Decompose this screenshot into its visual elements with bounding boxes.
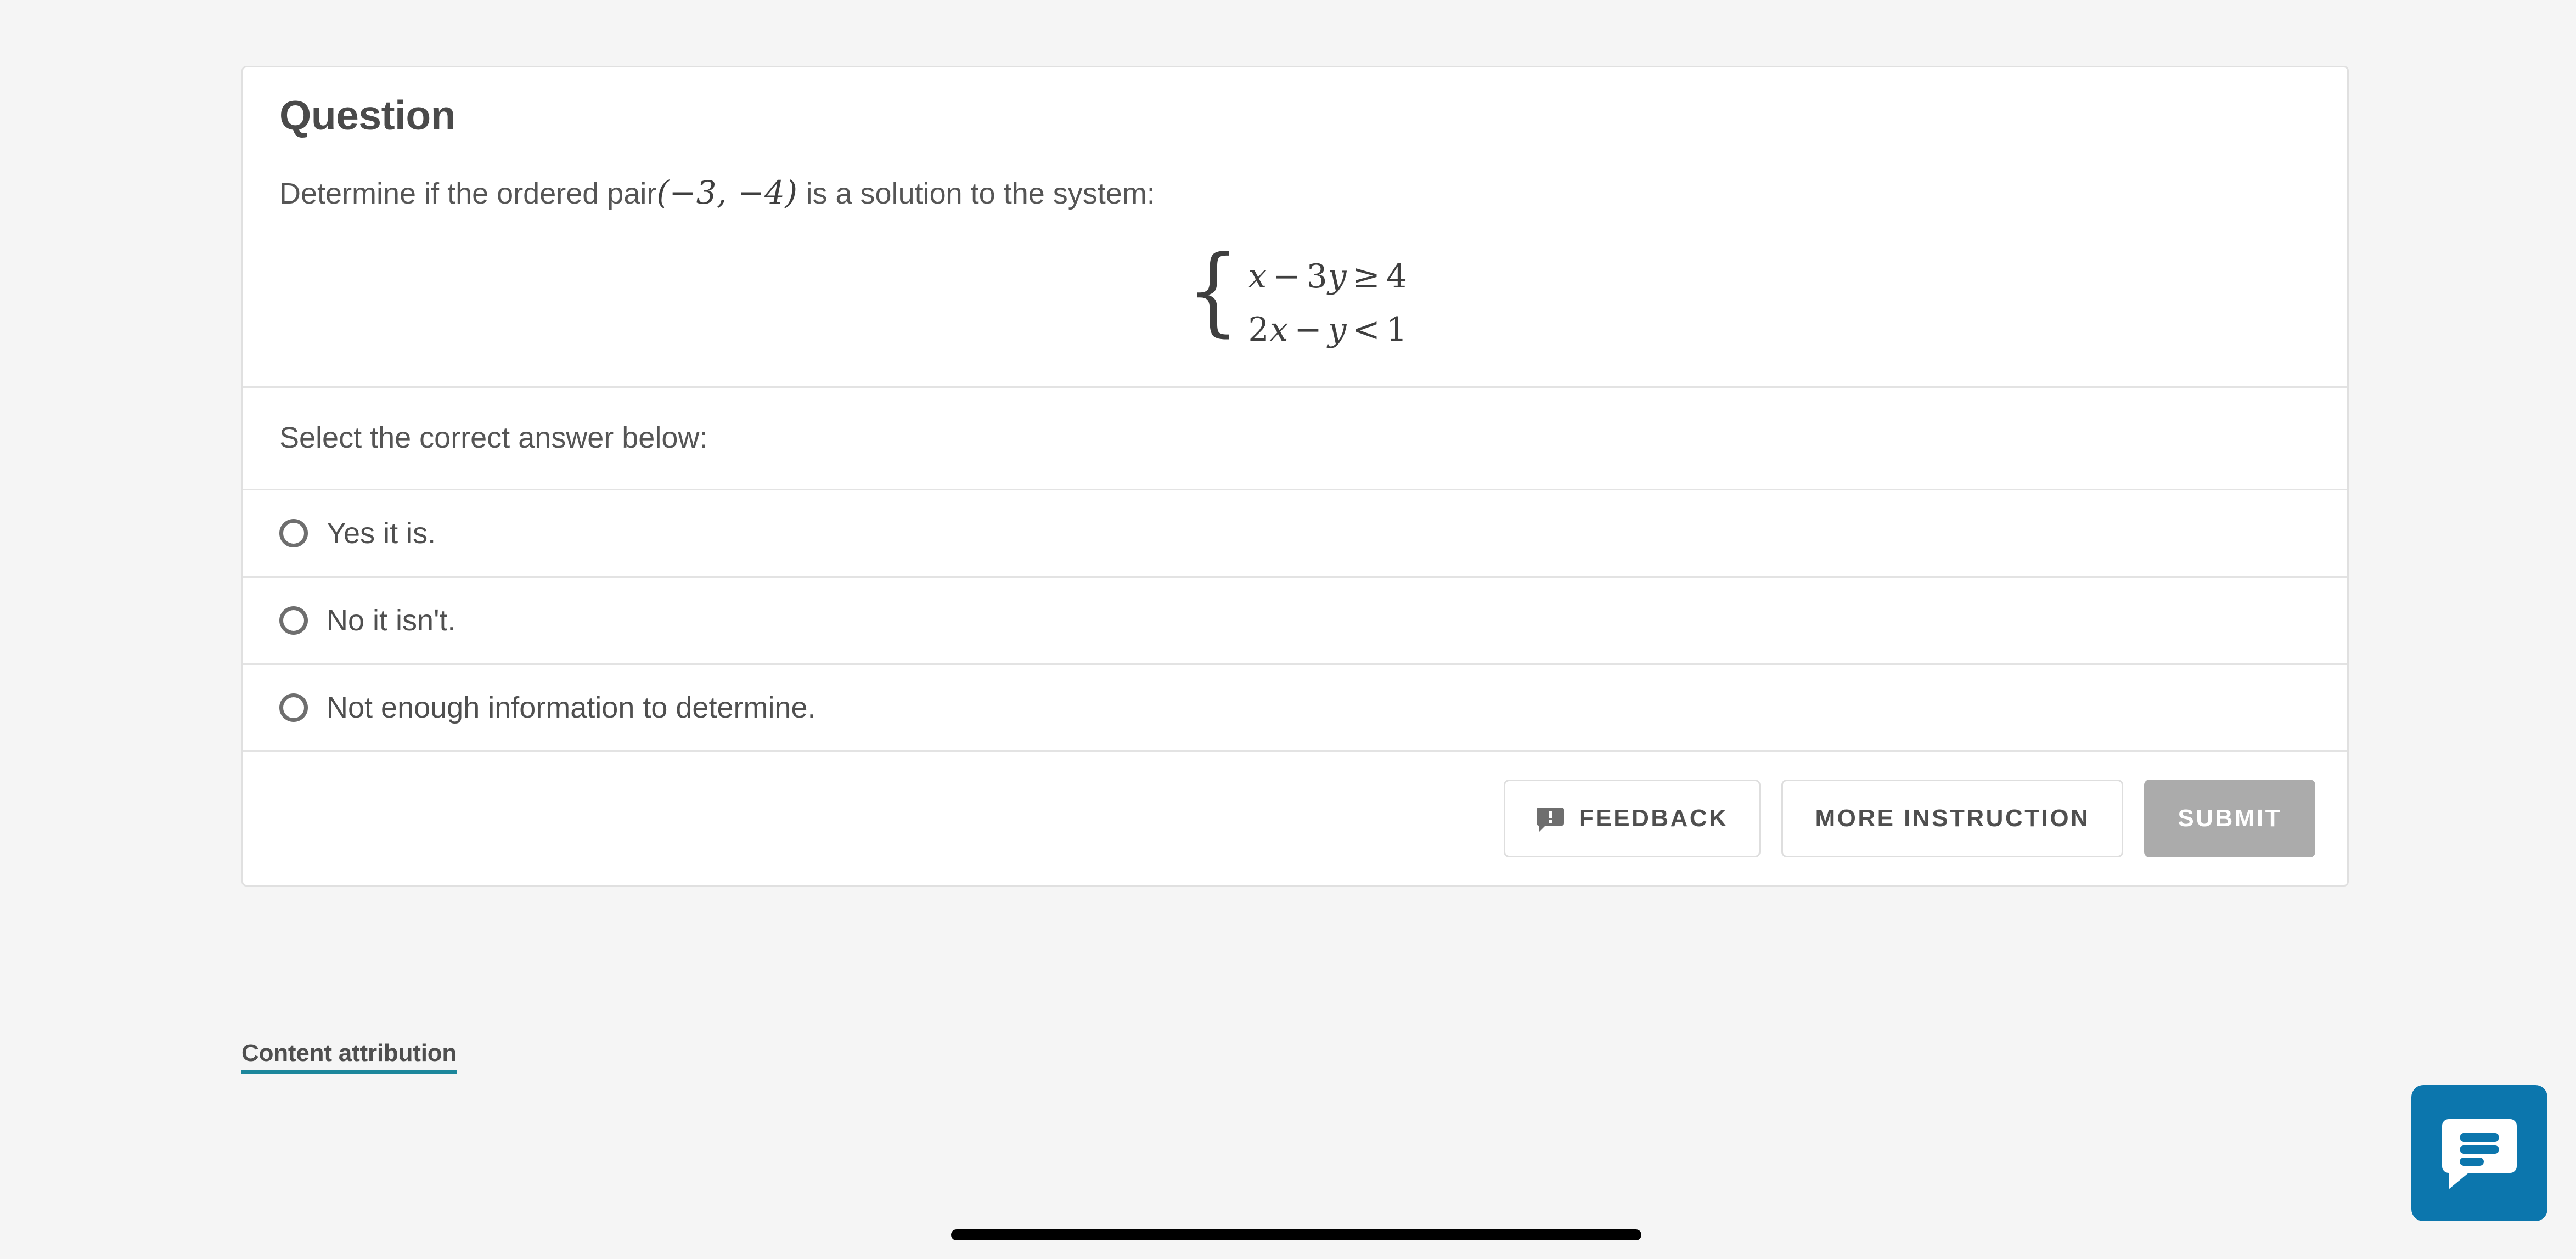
system-group: { x −3y ≥4 2x − y <1 xyxy=(1183,235,1408,357)
equation-1-minus-operator: − xyxy=(1273,257,1301,296)
select-answer-label: Select the correct answer below: xyxy=(279,421,708,455)
home-indicator-bar xyxy=(951,1229,1641,1240)
content-attribution-link[interactable]: Content attribution xyxy=(241,1040,457,1074)
answer-option-label: No it isn't. xyxy=(327,604,456,637)
question-card: Question Determine if the ordered pair(−… xyxy=(241,66,2349,887)
equation-1-rhs-value: 4 xyxy=(1386,257,1408,296)
answer-instruction-section: Select the correct answer below: xyxy=(243,388,2347,489)
prompt-lead-text: Determine if the ordered pair xyxy=(279,177,657,210)
more-instruction-button[interactable]: MORE INSTRUCTION xyxy=(1781,780,2124,858)
answer-option-2[interactable]: No it isn't. xyxy=(243,578,2347,664)
system-of-inequalities: { x −3y ≥4 2x − y <1 xyxy=(279,235,2311,357)
chat-widget-button[interactable] xyxy=(2411,1085,2547,1221)
equation-2-minus-operator: − xyxy=(1294,310,1323,349)
equation-2-coefficient-2: 2 xyxy=(1248,310,1270,349)
page-title: Question xyxy=(279,92,456,138)
equation-1-var-y: y xyxy=(1328,257,1347,296)
feedback-button-label: FEEDBACK xyxy=(1579,805,1729,832)
radio-button-icon[interactable] xyxy=(279,606,308,635)
radio-button-icon[interactable] xyxy=(279,693,308,722)
question-prompt: Determine if the ordered pair(−3, −4) is… xyxy=(279,171,2311,214)
radio-button-icon[interactable] xyxy=(279,519,308,548)
equation-2-relation-symbol: < xyxy=(1352,310,1381,349)
equation-2-var-x: x xyxy=(1269,310,1289,349)
ordered-pair-math: (−3, −4) xyxy=(656,173,798,211)
equation-1-coefficient-3: 3 xyxy=(1306,257,1328,296)
equation-2-var-y: y xyxy=(1328,310,1347,349)
equation-row: 2x − y <1 xyxy=(1248,303,1408,357)
answer-option-label: Not enough information to determine. xyxy=(327,691,816,725)
action-bar: FEEDBACK MORE INSTRUCTION SUBMIT xyxy=(243,752,2347,885)
equation-1-relation-symbol: ≥ xyxy=(1352,257,1381,296)
answer-option-3[interactable]: Not enough information to determine. xyxy=(243,665,2347,751)
chat-bubble-icon xyxy=(2441,1114,2518,1193)
equation-1-var-x: x xyxy=(1248,257,1268,296)
more-instruction-button-label: MORE INSTRUCTION xyxy=(1815,805,2090,832)
question-section: Question Determine if the ordered pair(−… xyxy=(243,67,2347,386)
feedback-button[interactable]: FEEDBACK xyxy=(1504,780,1761,858)
equation-row: x −3y ≥4 xyxy=(1248,250,1408,303)
answer-option-1[interactable]: Yes it is. xyxy=(243,490,2347,577)
left-brace-symbol: { xyxy=(1187,235,1239,347)
equations-list: x −3y ≥4 2x − y <1 xyxy=(1248,247,1408,357)
equation-2-rhs-value: 1 xyxy=(1386,310,1408,349)
answer-option-label: Yes it is. xyxy=(327,517,436,550)
prompt-tail-text: is a solution to the system: xyxy=(806,177,1155,210)
submit-button[interactable]: SUBMIT xyxy=(2144,780,2315,858)
speech-bubble-alert-icon xyxy=(1536,804,1565,833)
submit-button-label: SUBMIT xyxy=(2178,805,2282,832)
